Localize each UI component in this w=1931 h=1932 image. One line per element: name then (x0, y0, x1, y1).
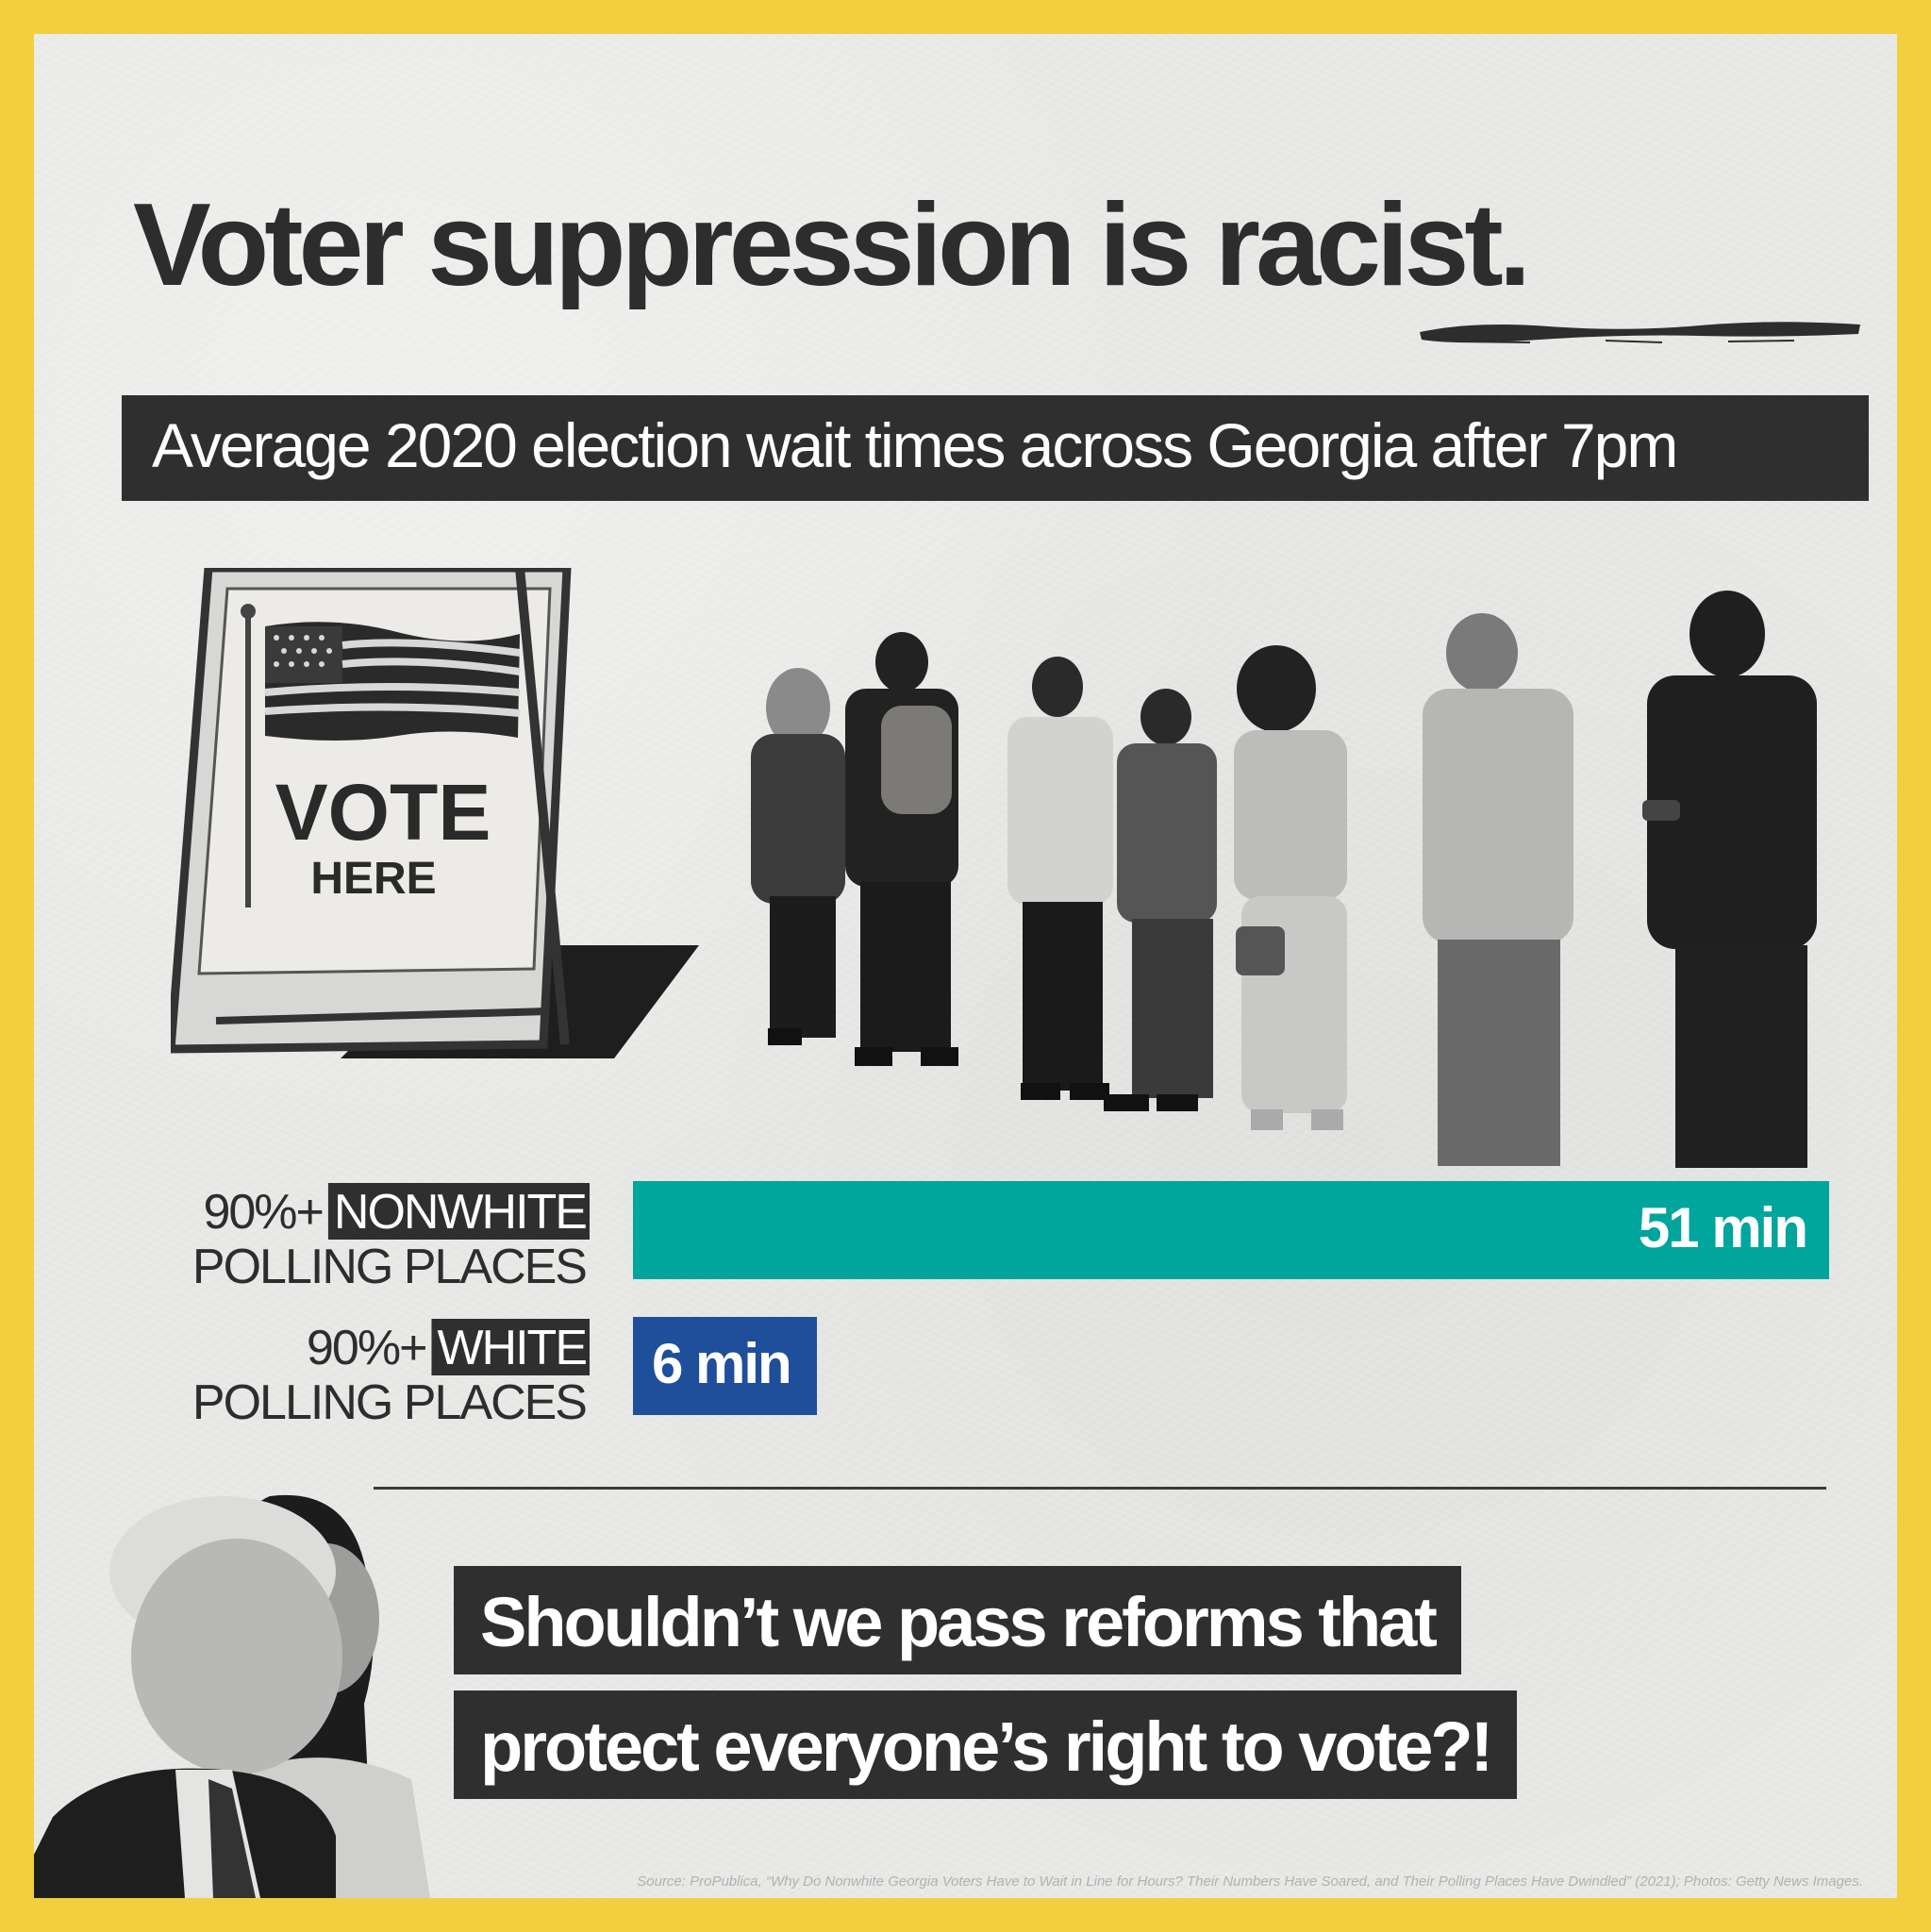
sign-vote-text: VOTE (275, 768, 491, 857)
sign-here-text: HERE (310, 854, 436, 904)
divider-line (374, 1487, 1826, 1490)
category-label-prefix: 90%+ (203, 1185, 322, 1240)
vote-here-sign-image: VOTE HERE (171, 568, 699, 1058)
question-line-2: protect everyone’s right to vote?! (454, 1690, 1518, 1799)
headline: Voter suppression is racist. (133, 180, 1531, 310)
chart-svg: NONWHITE90%+POLLING PLACES51 minWHITE90%… (192, 1181, 1829, 1430)
category-label-line2: POLLING PLACES (192, 1375, 586, 1430)
wait-time-chart: NONWHITE 90%+ POLLING PLACES 51 min WHITE 90%… (133, 1166, 1878, 1449)
question-line-1: Shouldn’t we pass reforms that (454, 1566, 1461, 1674)
politicians-photo (34, 1494, 430, 1898)
person-6 (1423, 613, 1573, 1166)
person-7 (1642, 591, 1817, 1168)
people-in-line-image (751, 591, 1817, 1168)
underline-stroke (1420, 322, 1860, 343)
person-5 (1234, 645, 1347, 1130)
category-label-highlight: WHITE (437, 1321, 586, 1375)
subtitle: Average 2020 election wait times across … (152, 410, 1678, 480)
infographic-frame: Voter suppression is racist. Average 202… (34, 34, 1897, 1898)
bar-value-label: 6 min (652, 1332, 791, 1395)
person-3 (1007, 657, 1113, 1100)
source-note: Source: ProPublica, “Why Do Nonwhite Geo… (637, 1874, 1863, 1890)
person-1 (751, 668, 845, 1045)
person-4 (1104, 689, 1217, 1111)
category-label-highlight: NONWHITE (334, 1185, 586, 1240)
subtitle-banner: Average 2020 election wait times across … (122, 395, 1869, 501)
category-label-line2: POLLING PLACES (192, 1240, 586, 1294)
person-2 (845, 632, 958, 1066)
bar-value-label: 51 min (1639, 1196, 1806, 1259)
category-label-prefix: 90%+ (307, 1321, 425, 1375)
